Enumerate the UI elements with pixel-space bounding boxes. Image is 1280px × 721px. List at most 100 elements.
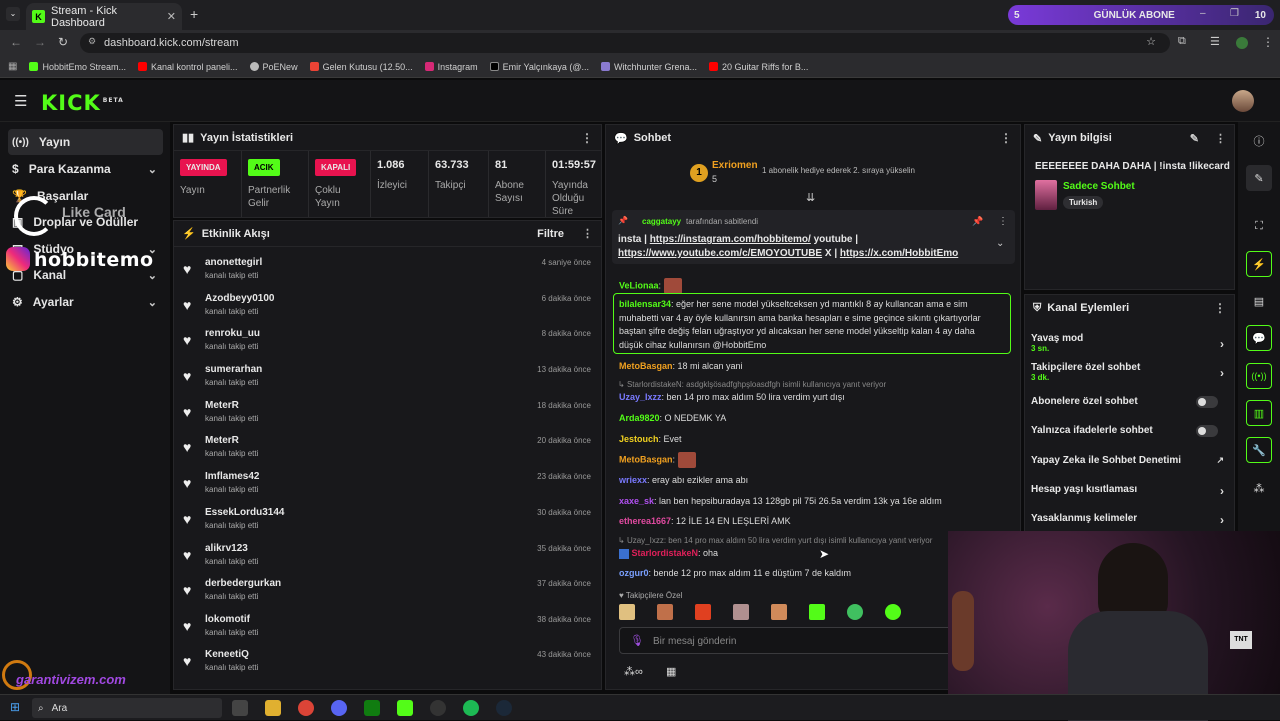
quick-action-icon[interactable]: ⚡ <box>1246 251 1272 277</box>
activity-menu-icon[interactable]: ⋮ <box>582 227 593 240</box>
bookmark-6[interactable]: Witchhunter Grena... <box>600 62 697 72</box>
action-ai-moderation[interactable]: Yapay Zeka ile Sohbet Denetimi ↗ <box>1031 455 1226 469</box>
discord-icon[interactable] <box>331 700 347 716</box>
microphone-icon[interactable]: 🎙 <box>630 634 644 647</box>
youtube-link[interactable]: https://www.youtube.com/c/EMOYOUTUBE <box>618 248 822 259</box>
sidebar-item-yayin[interactable]: ((•)) Yayın <box>8 129 163 155</box>
event-row[interactable]: ♥ KeneetiQ kanalı takip etti 43 dakika önce <box>181 647 591 681</box>
event-row[interactable]: ♥ derbedergurkan kanalı takip etti 37 dakik… <box>181 576 591 610</box>
emote-icon[interactable] <box>809 604 825 620</box>
event-row[interactable]: ♥ MeterR kanalı takip etti 18 dakika önce <box>181 398 591 432</box>
bookmark-7[interactable]: 20 Guitar Riffs for B... <box>709 62 808 72</box>
spotify-icon[interactable] <box>463 700 479 716</box>
event-row[interactable]: ♥ Azodbeyy0100 kanalı takip etti 6 dakika ö… <box>181 291 591 325</box>
sidebar-item-para-kazanma[interactable]: $ Para Kazanma ⌄ <box>8 156 163 182</box>
xbox-icon[interactable] <box>364 700 380 716</box>
maximize-icon[interactable]: ❐ <box>1230 8 1239 19</box>
emotes-only-toggle[interactable] <box>1196 425 1218 437</box>
action-banned-words[interactable]: Yasaklanmış kelimeler › <box>1031 513 1226 527</box>
minimize-icon[interactable]: – <box>1200 8 1206 19</box>
store-icon[interactable]: ▦ <box>666 665 676 678</box>
category-name[interactable]: Sadece Sohbet <box>1063 181 1135 192</box>
forward-icon[interactable]: → <box>34 35 46 49</box>
url-bar[interactable]: ⚙ dashboard.kick.com/stream ☆ <box>80 33 1170 53</box>
chat-tools-icon[interactable]: ⁂∞ <box>624 665 643 678</box>
event-row[interactable]: ♥ alikrv123 kanalı takip etti 35 dakika önc… <box>181 541 591 575</box>
windows-start-icon[interactable]: ⊞ <box>10 700 24 714</box>
category-thumbnail[interactable] <box>1035 180 1057 210</box>
bookmark-5[interactable]: Emir Yalçınkaya (@... <box>489 62 589 72</box>
stream-info-menu-icon[interactable]: ⋮ <box>1215 132 1226 145</box>
broadcast-widget-icon[interactable]: ((•)) <box>1246 363 1272 389</box>
close-tab-icon[interactable]: ✕ <box>167 10 176 23</box>
chat-menu-icon[interactable]: ⋮ <box>1000 131 1012 145</box>
site-info-icon[interactable]: ⚙ <box>88 36 96 47</box>
apps-icon[interactable]: ▦ <box>8 61 17 72</box>
browser-tab[interactable]: K Stream - Kick Dashboard ✕ <box>26 3 182 30</box>
event-row[interactable]: ♥ renroku_uu kanalı takip etti 8 dakika önc… <box>181 326 591 360</box>
pinned-menu-icon[interactable]: ⋮ <box>998 216 1008 227</box>
instagram-link[interactable]: https://instagram.com/hobbitemo/ <box>650 234 811 245</box>
action-account-age[interactable]: Hesap yaşı kısıtlaması › <box>1031 484 1226 498</box>
tab-list-button[interactable]: ⌄ <box>6 7 20 21</box>
file-explorer-icon[interactable] <box>265 700 281 716</box>
extensions-widget-icon[interactable]: ⁂ <box>1246 475 1272 501</box>
chat-widget-icon[interactable]: 💬 <box>1246 325 1272 351</box>
steam-icon[interactable] <box>496 700 512 716</box>
gift-leader-name[interactable]: Exriomen <box>712 160 758 171</box>
bookmark-0[interactable]: HobbitEmo Stream... <box>29 62 126 72</box>
unpin-icon[interactable]: 📌 <box>972 216 983 227</box>
new-tab-button[interactable]: + <box>190 6 198 22</box>
edit-layout-icon[interactable]: ✎ <box>1246 165 1272 191</box>
pinned-by-user[interactable]: caggatayy <box>642 217 681 226</box>
kick-logo[interactable]: KICK BETA <box>41 91 124 115</box>
event-row[interactable]: ♥ sumerarhan kanalı takip etti 13 dakika ön… <box>181 362 591 396</box>
stats-menu-icon[interactable]: ⋮ <box>581 131 593 145</box>
x-link[interactable]: https://x.com/HobbitEmo <box>840 248 958 259</box>
emote-icon[interactable] <box>695 604 711 620</box>
emote-icon[interactable] <box>619 604 635 620</box>
taskbar-search[interactable]: ⌕ Ara <box>32 698 222 718</box>
sidebar-item-ayarlar[interactable]: ⚙ Ayarlar ⌄ <box>8 289 163 315</box>
emote-icon[interactable] <box>885 604 901 620</box>
chat-input[interactable]: 🎙 Bir mesaj gönderin <box>619 627 959 654</box>
bookmark-3[interactable]: Gelen Kutusu (12.50... <box>309 62 413 72</box>
extensions-icon[interactable]: ⧉ <box>1178 35 1186 48</box>
task-view-icon[interactable] <box>232 700 248 716</box>
chrome-icon[interactable] <box>298 700 314 716</box>
action-slow-mode[interactable]: Yavaş mod 3 sn. › <box>1031 333 1226 355</box>
obs-icon[interactable] <box>430 700 446 716</box>
user-avatar[interactable] <box>1232 90 1254 112</box>
bookmark-2[interactable]: PoENew <box>249 62 298 72</box>
event-row[interactable]: ♥ lokomotif kanalı takip etti 38 dakika önc… <box>181 612 591 646</box>
menu-icon[interactable]: ⋮ <box>1262 35 1274 49</box>
action-followers-only[interactable]: Takipçilere özel sohbet 3 dk. › <box>1031 362 1226 384</box>
action-emotes-only[interactable]: Yalnızca ifadelerle sohbet <box>1031 425 1226 439</box>
fullscreen-icon[interactable]: ⛶ <box>1246 213 1272 239</box>
edit-icon[interactable]: ✎ <box>1190 132 1199 145</box>
kick-app-icon[interactable] <box>397 700 413 716</box>
event-row[interactable]: ♥ EssekLordu3144 kanalı takip etti 30 dakik… <box>181 505 591 539</box>
wrench-widget-icon[interactable]: 🔧 <box>1246 437 1272 463</box>
emote-icon[interactable] <box>847 604 863 620</box>
reading-list-icon[interactable]: ☰ <box>1210 35 1220 48</box>
filter-button[interactable]: Filtre <box>537 228 564 240</box>
bookmark-1[interactable]: Kanal kontrol paneli... <box>137 62 238 72</box>
profile-icon[interactable] <box>1236 37 1248 49</box>
emote-icon[interactable] <box>771 604 787 620</box>
hamburger-menu-icon[interactable]: ☰ <box>14 92 27 110</box>
emote-icon[interactable] <box>657 604 673 620</box>
stats-widget-icon[interactable]: ▥ <box>1246 400 1272 426</box>
reload-icon[interactable]: ↻ <box>58 35 68 49</box>
info-icon[interactable]: ⓘ <box>1246 128 1272 154</box>
bookmark-star-icon[interactable]: ☆ <box>1146 35 1156 48</box>
emote-icon[interactable] <box>733 604 749 620</box>
bookmark-4[interactable]: Instagram <box>424 62 478 72</box>
document-icon[interactable]: ▤ <box>1246 288 1272 314</box>
expand-pinned-icon[interactable]: ⌄ <box>996 238 1004 249</box>
event-row[interactable]: ♥ anonettegirl kanalı takip etti 4 saniye ö… <box>181 255 591 289</box>
collapse-icon[interactable]: ⇊ <box>806 191 815 204</box>
action-subscribers-only[interactable]: Abonelere özel sohbet <box>1031 396 1226 410</box>
event-row[interactable]: ♥ Imflames42 kanalı takip etti 23 dakika ön… <box>181 469 591 503</box>
back-icon[interactable]: ← <box>10 35 22 49</box>
